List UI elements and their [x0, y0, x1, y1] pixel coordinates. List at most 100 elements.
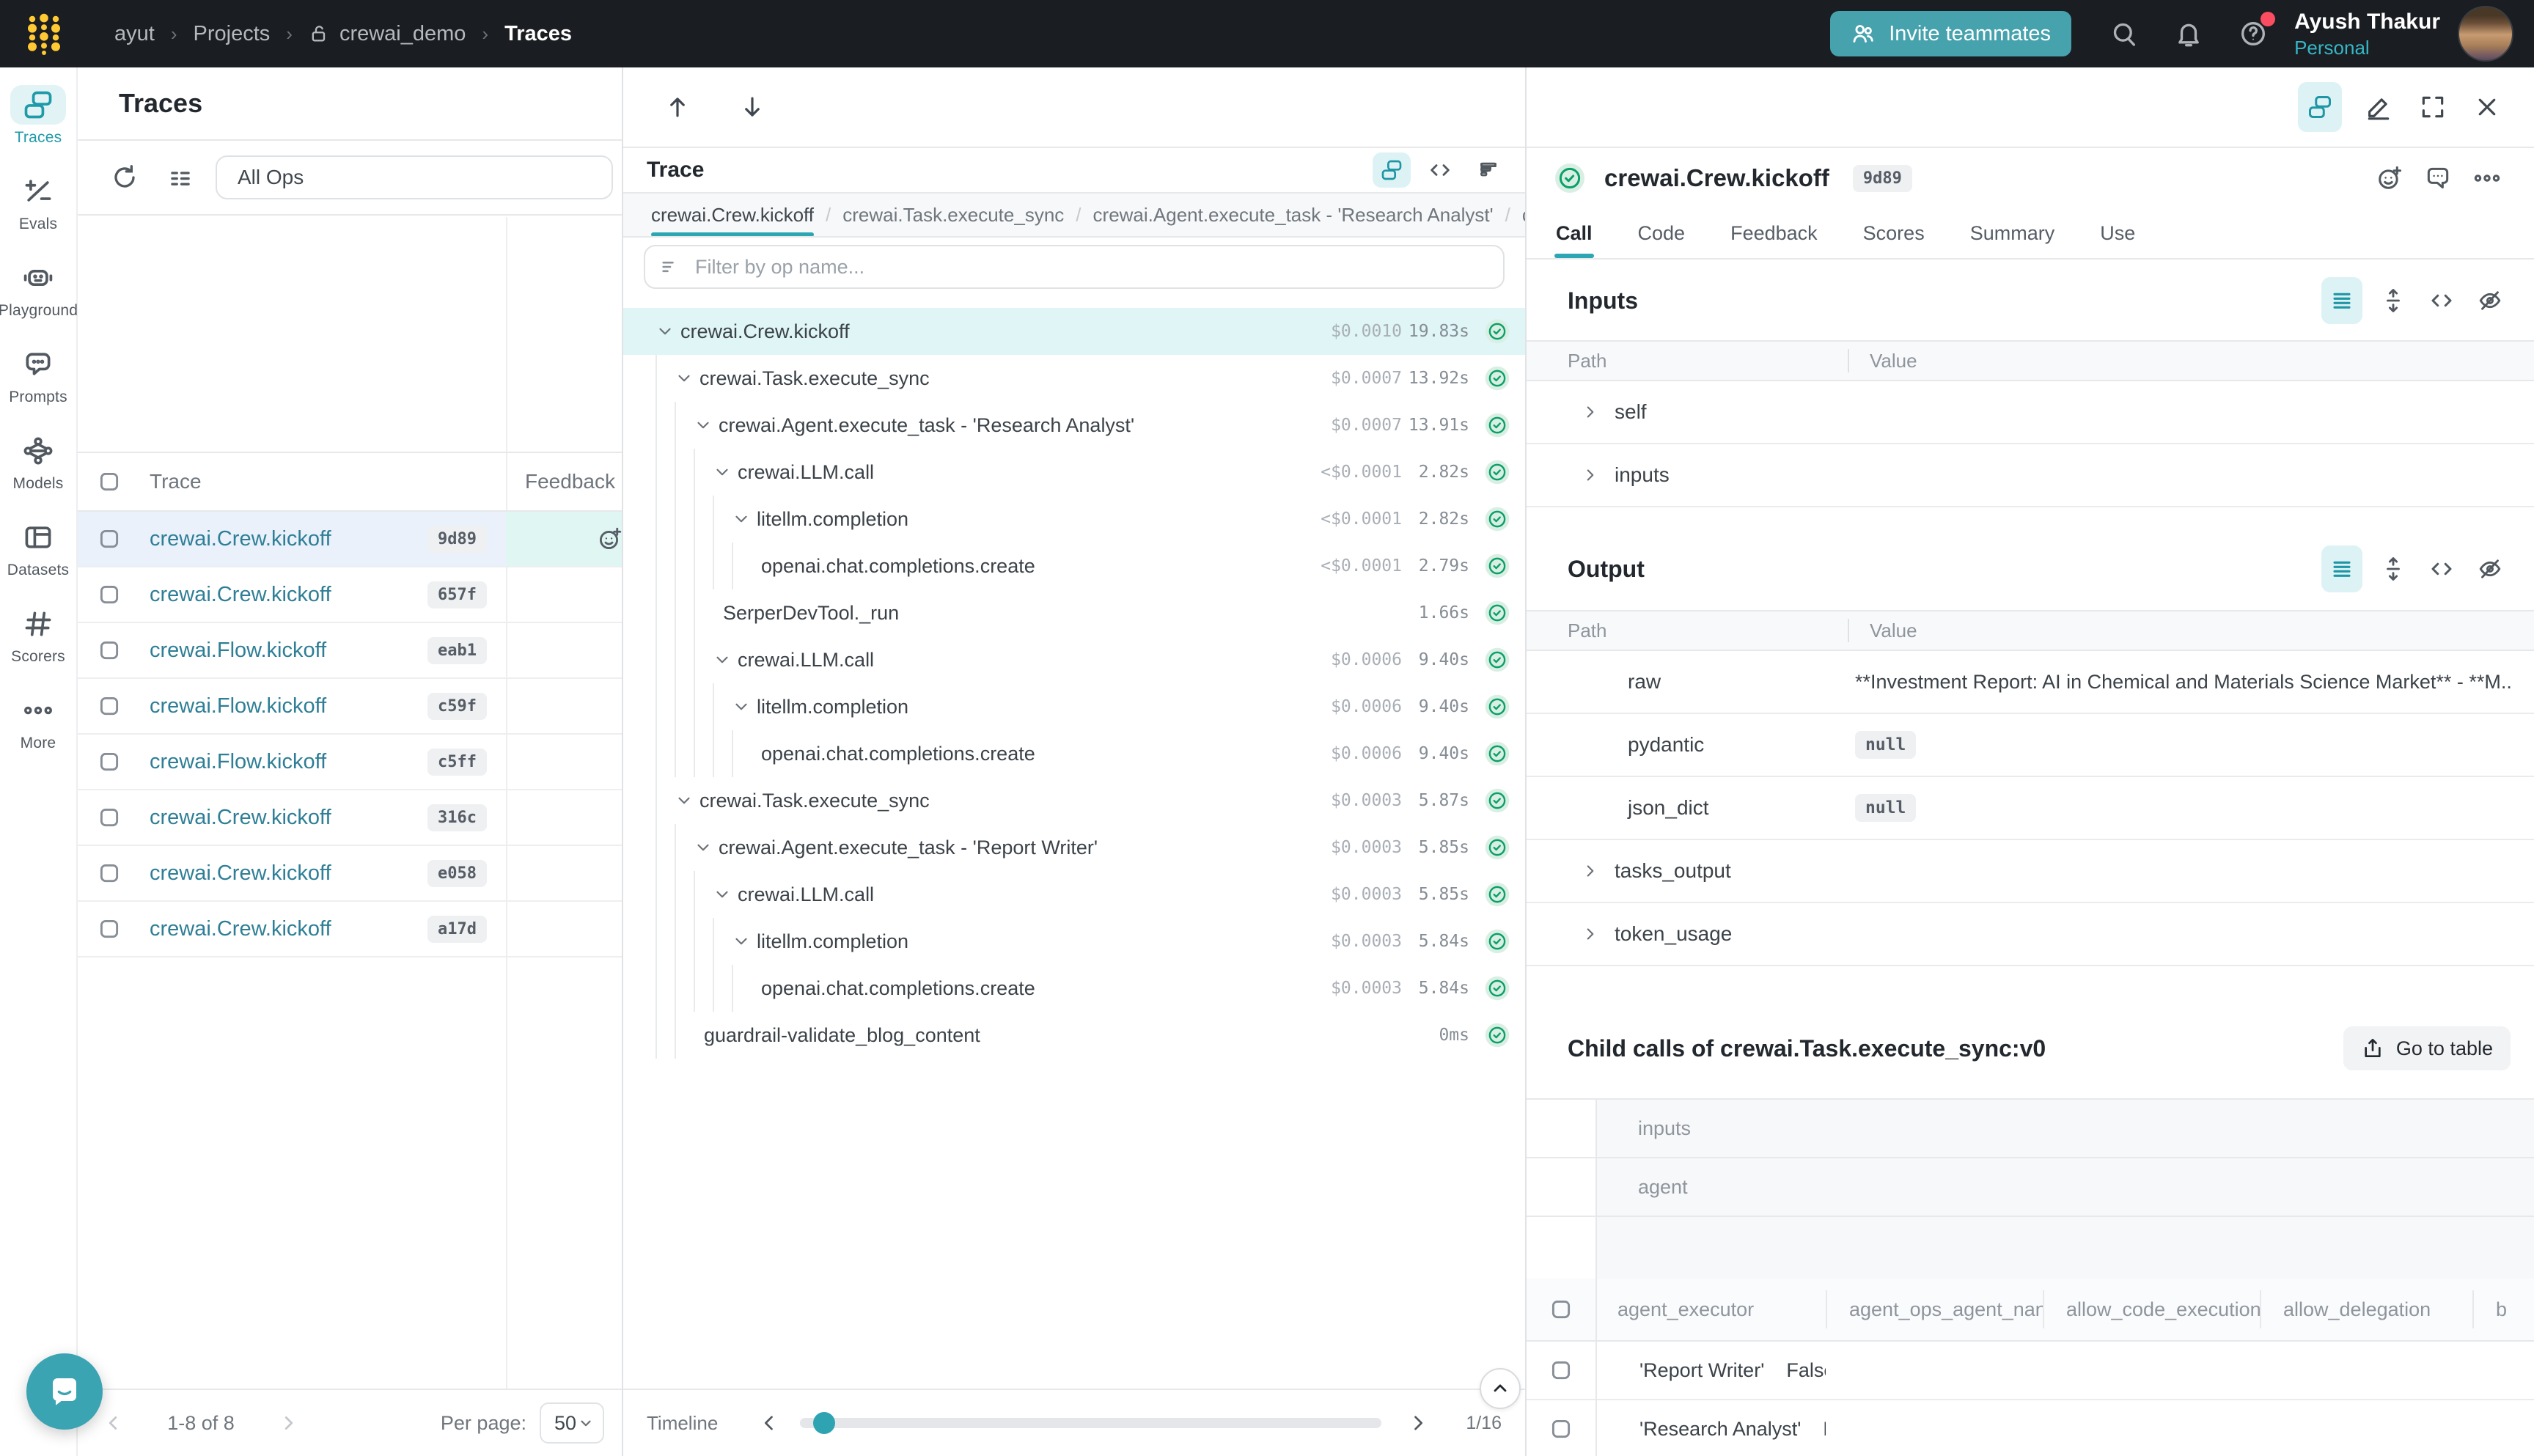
- next-trace-arrow-icon[interactable]: [730, 85, 774, 129]
- trace-id-badge[interactable]: c5ff: [427, 749, 487, 776]
- chevron-down-icon[interactable]: [732, 697, 752, 716]
- notifications-bell-icon[interactable]: [2162, 7, 2215, 60]
- tree-row[interactable]: guardrail-validate_blog_content 0ms: [623, 1012, 1525, 1059]
- chevron-down-icon[interactable]: [694, 838, 714, 857]
- column-header[interactable]: agent_ops_agent_nan: [1826, 1290, 2043, 1328]
- select-all-checkbox[interactable]: [1550, 1298, 1572, 1320]
- hide-values-icon[interactable]: [2472, 551, 2508, 587]
- manage-columns-icon[interactable]: [158, 155, 202, 199]
- row-checkbox[interactable]: [1550, 1359, 1572, 1381]
- tree-row[interactable]: openai.chat.completions.create $0.0003 5…: [623, 965, 1525, 1012]
- trace-op-link[interactable]: crewai.Crew.kickoff: [150, 806, 331, 830]
- expanded-view-icon[interactable]: [2321, 277, 2362, 324]
- trace-op-link[interactable]: crewai.Crew.kickoff: [150, 861, 331, 886]
- tree-row[interactable]: SerperDevTool._run 1.66s: [623, 589, 1525, 636]
- chevron-down-icon[interactable]: [732, 932, 752, 951]
- edit-pencil-icon[interactable]: [2361, 89, 2396, 125]
- timeline-slider-handle[interactable]: [813, 1412, 835, 1434]
- row-checkbox[interactable]: [98, 639, 120, 661]
- wandb-logo-icon[interactable]: [22, 12, 66, 56]
- call-breadcrumb-tab[interactable]: crewai.Crew.kickoff: [651, 194, 814, 237]
- next-page-icon[interactable]: [271, 1405, 306, 1441]
- op-name-filter-input[interactable]: [692, 254, 1488, 280]
- timeline-slider[interactable]: [800, 1418, 1381, 1428]
- chevron-down-icon[interactable]: [713, 650, 733, 669]
- trace-id-badge[interactable]: 657f: [427, 581, 487, 608]
- breadcrumb-item[interactable]: Projects: [194, 22, 271, 46]
- tree-row[interactable]: crewai.LLM.call $0.0003 5.85s: [623, 871, 1525, 918]
- column-header-feedback[interactable]: Feedback: [525, 470, 615, 493]
- trace-id-badge[interactable]: a17d: [427, 916, 487, 943]
- kv-row[interactable]: inputs: [1527, 444, 2534, 507]
- go-to-table-button[interactable]: Go to table: [2343, 1026, 2511, 1070]
- tree-row[interactable]: litellm.completion $0.0003 5.84s: [623, 918, 1525, 965]
- help-icon[interactable]: [2227, 7, 2280, 60]
- select-all-checkbox[interactable]: [98, 471, 120, 493]
- column-header-trace[interactable]: Trace: [150, 470, 202, 493]
- tree-row[interactable]: litellm.completion $0.0006 9.40s: [623, 683, 1525, 730]
- breadcrumb-item[interactable]: ayut: [114, 22, 155, 46]
- kv-row[interactable]: self: [1527, 381, 2534, 444]
- close-icon[interactable]: [2469, 89, 2505, 125]
- trace-op-link[interactable]: crewai.Crew.kickoff: [150, 583, 331, 607]
- trace-op-link[interactable]: crewai.Flow.kickoff: [150, 694, 326, 718]
- tree-row[interactable]: openai.chat.completions.create $0.0006 9…: [623, 730, 1525, 777]
- kv-row[interactable]: token_usage: [1527, 903, 2534, 966]
- column-header[interactable]: agent_executor: [1595, 1290, 1826, 1328]
- sidebar-item-more[interactable]: More: [10, 691, 66, 752]
- call-id-badge[interactable]: 9d89: [1853, 165, 1912, 192]
- sidebar-item-prompts[interactable]: Prompts: [9, 345, 67, 406]
- trace-op-link[interactable]: crewai.Crew.kickoff: [150, 917, 331, 941]
- trace-row[interactable]: crewai.Flow.kickoff c59f: [78, 679, 622, 735]
- add-reaction-icon[interactable]: [597, 526, 622, 552]
- trace-row[interactable]: crewai.Flow.kickoff c5ff: [78, 735, 622, 790]
- row-checkbox[interactable]: [98, 751, 120, 773]
- trace-row[interactable]: crewai.Crew.kickoff 316c: [78, 790, 622, 846]
- trace-op-link[interactable]: crewai.Flow.kickoff: [150, 639, 326, 663]
- comment-icon[interactable]: [2424, 164, 2452, 192]
- tab-call[interactable]: Call: [1554, 222, 1594, 258]
- prev-trace-arrow-icon[interactable]: [655, 85, 699, 129]
- sidebar-item-datasets[interactable]: Datasets: [7, 518, 69, 579]
- tree-row[interactable]: crewai.Crew.kickoff $0.0010 19.83s: [623, 308, 1525, 355]
- chevron-right-icon[interactable]: [1581, 402, 1600, 422]
- trace-id-badge[interactable]: e058: [427, 860, 487, 887]
- chevron-down-icon[interactable]: [732, 510, 752, 529]
- fullscreen-icon[interactable]: [2415, 89, 2450, 125]
- tree-row[interactable]: crewai.Agent.execute_task - 'Report Writ…: [623, 824, 1525, 871]
- sidebar-item-scorers[interactable]: Scorers: [10, 604, 66, 666]
- code-view-icon[interactable]: [2424, 283, 2459, 318]
- tree-row[interactable]: crewai.LLM.call $0.0006 9.40s: [623, 636, 1525, 683]
- per-page-select[interactable]: 50: [540, 1402, 604, 1444]
- trace-row[interactable]: crewai.Crew.kickoff 657f: [78, 567, 622, 623]
- search-icon[interactable]: [2098, 7, 2151, 60]
- avatar[interactable]: [2458, 6, 2513, 62]
- timeline-next-icon[interactable]: [1402, 1407, 1434, 1439]
- tree-row[interactable]: litellm.completion <$0.0001 2.82s: [623, 496, 1525, 543]
- trace-op-link[interactable]: crewai.Crew.kickoff: [150, 527, 331, 551]
- trace-row[interactable]: crewai.Crew.kickoff a17d: [78, 902, 622, 957]
- child-call-row[interactable]: 'Research Analyst'FalseFalse'E: [1527, 1400, 2534, 1456]
- tree-view-icon[interactable]: [1373, 152, 1411, 188]
- invite-teammates-button[interactable]: Invite teammates: [1830, 11, 2071, 56]
- timeline-prev-icon[interactable]: [753, 1407, 785, 1439]
- column-header[interactable]: allow_delegation: [2260, 1290, 2472, 1328]
- trace-id-badge[interactable]: c59f: [427, 693, 487, 720]
- call-breadcrumb-tab[interactable]: crewai.Agent.execute_task - 'Research An…: [1093, 194, 1494, 237]
- tree-row[interactable]: crewai.Task.execute_sync $0.0007 13.92s: [623, 355, 1525, 402]
- sidebar-item-playground[interactable]: Playground: [0, 258, 78, 320]
- tab-feedback[interactable]: Feedback: [1729, 222, 1819, 258]
- trace-id-badge[interactable]: 9d89: [427, 526, 487, 553]
- user-menu[interactable]: Ayush Thakur Personal: [2294, 8, 2440, 59]
- tree-row[interactable]: crewai.LLM.call <$0.0001 2.82s: [623, 449, 1525, 496]
- add-reaction-icon[interactable]: [2376, 164, 2403, 192]
- chevron-down-icon[interactable]: [713, 463, 733, 482]
- tree-row[interactable]: crewai.Task.execute_sync $0.0003 5.87s: [623, 777, 1525, 824]
- tab-summary[interactable]: Summary: [1969, 222, 2057, 258]
- refresh-icon[interactable]: [103, 155, 147, 199]
- tree-view-toggle-icon[interactable]: [2298, 82, 2342, 132]
- chevron-down-icon[interactable]: [655, 322, 676, 341]
- expanded-view-icon[interactable]: [2321, 545, 2362, 592]
- chat-support-button[interactable]: [26, 1353, 103, 1430]
- hide-values-icon[interactable]: [2472, 283, 2508, 318]
